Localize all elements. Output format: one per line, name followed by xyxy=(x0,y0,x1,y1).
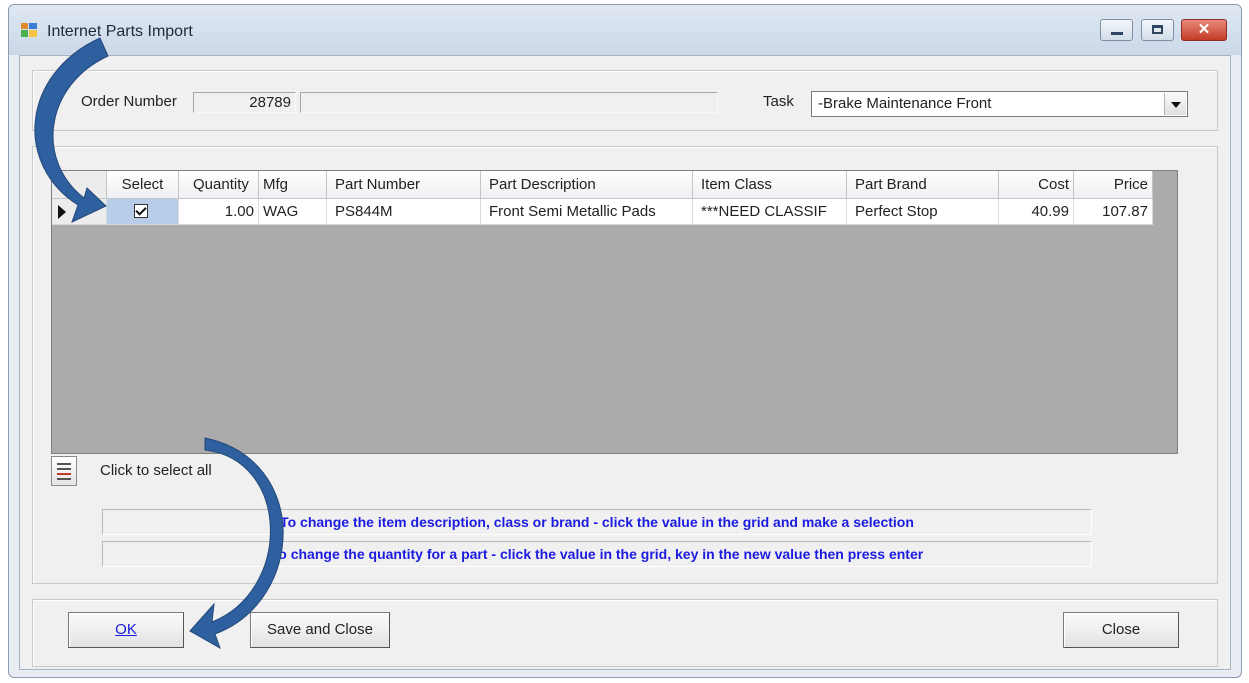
select-all-icon[interactable] xyxy=(51,456,77,486)
minimize-button[interactable] xyxy=(1100,19,1133,41)
row-header-corner xyxy=(52,171,107,199)
internet-parts-import-window: Internet Parts Import ✕ Order Number 287… xyxy=(8,4,1242,678)
minimize-icon xyxy=(1111,32,1123,35)
parts-grid[interactable]: Select Quantity Mfg Part Number Part Des… xyxy=(51,170,1178,454)
title-bar[interactable]: Internet Parts Import ✕ xyxy=(9,5,1241,55)
app-icon xyxy=(21,23,37,37)
column-header-cost[interactable]: Cost xyxy=(999,171,1074,199)
column-header-part-brand[interactable]: Part Brand xyxy=(847,171,999,199)
mfg-cell[interactable]: WAG xyxy=(259,199,327,225)
ok-button-label: OK xyxy=(115,621,137,638)
task-label: Task xyxy=(763,93,794,110)
info-description-hint: To change the item description, class or… xyxy=(102,509,1092,535)
row-select-checkbox[interactable] xyxy=(134,204,148,218)
close-window-button[interactable]: ✕ xyxy=(1181,19,1227,41)
column-header-select[interactable]: Select xyxy=(107,171,179,199)
column-header-part-description[interactable]: Part Description xyxy=(481,171,693,199)
column-header-item-class[interactable]: Item Class xyxy=(693,171,847,199)
close-icon: ✕ xyxy=(1197,21,1211,38)
column-header-mfg[interactable]: Mfg xyxy=(259,171,327,199)
column-header-price[interactable]: Price xyxy=(1074,171,1153,199)
order-info-group: Order Number 28789 Task -Brake Maintenan… xyxy=(32,70,1218,131)
task-dropdown[interactable]: -Brake Maintenance Front xyxy=(811,91,1188,117)
price-cell[interactable]: 107.87 xyxy=(1074,199,1153,225)
ok-button[interactable]: OK xyxy=(68,612,184,648)
order-detail-field xyxy=(300,92,718,113)
column-header-part-number[interactable]: Part Number xyxy=(327,171,481,199)
part-description-cell[interactable]: Front Semi Metallic Pads xyxy=(481,199,693,225)
part-brand-cell[interactable]: Perfect Stop xyxy=(847,199,999,225)
item-class-cell[interactable]: ***NEED CLASSIF xyxy=(693,199,847,225)
info-quantity-hint: To change the quantity for a part - clic… xyxy=(102,541,1092,567)
window-title: Internet Parts Import xyxy=(47,23,193,40)
quantity-cell[interactable]: 1.00 xyxy=(179,199,259,225)
order-number-label: Order Number xyxy=(81,93,177,110)
part-number-cell[interactable]: PS844M xyxy=(327,199,481,225)
maximize-icon xyxy=(1152,25,1163,34)
parts-group: Select Quantity Mfg Part Number Part Des… xyxy=(32,146,1218,584)
cost-cell[interactable]: 40.99 xyxy=(999,199,1074,225)
column-header-quantity[interactable]: Quantity xyxy=(179,171,259,199)
dialog-client-area: Order Number 28789 Task -Brake Maintenan… xyxy=(19,55,1231,670)
row-selector[interactable] xyxy=(52,199,107,225)
close-button[interactable]: Close xyxy=(1063,612,1179,648)
select-cell[interactable] xyxy=(107,199,179,225)
order-number-field: 28789 xyxy=(193,92,296,113)
chevron-down-icon[interactable] xyxy=(1164,93,1186,115)
maximize-button[interactable] xyxy=(1141,19,1174,41)
select-all-label[interactable]: Click to select all xyxy=(100,462,212,479)
save-and-close-button[interactable]: Save and Close xyxy=(250,612,390,648)
current-row-arrow-icon xyxy=(58,205,66,219)
task-selected-value: -Brake Maintenance Front xyxy=(818,95,992,112)
button-group xyxy=(32,599,1218,667)
